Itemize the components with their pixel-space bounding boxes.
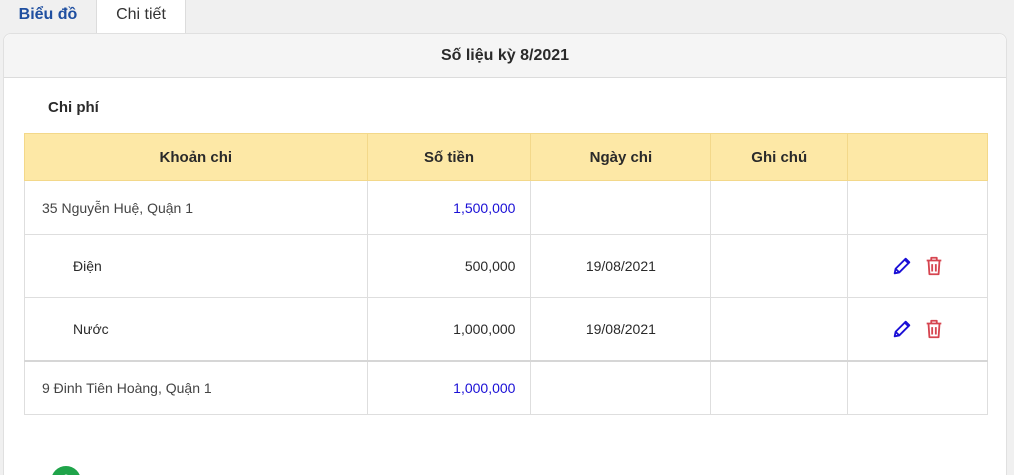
date-cell: 19/08/2021 bbox=[530, 297, 712, 361]
amount-cell: 1,000,000 bbox=[366, 359, 532, 415]
expense-name: Nước bbox=[24, 297, 368, 361]
panel-title: Số liệu kỳ 8/2021 bbox=[4, 34, 1006, 78]
actions-cell bbox=[847, 297, 988, 361]
pencil-icon[interactable] bbox=[891, 255, 913, 277]
table-row: Nước 1,000,000 19/08/2021 bbox=[24, 297, 988, 361]
property-name: 35 Nguyễn Huệ, Quận 1 bbox=[24, 180, 368, 235]
detail-panel: Số liệu kỳ 8/2021 Chi phí Khoản chi Số t… bbox=[3, 33, 1007, 475]
amount-cell: 1,000,000 bbox=[366, 297, 532, 361]
section-title: Chi phí bbox=[48, 99, 99, 116]
column-header-date: Ngày chi bbox=[530, 133, 712, 181]
column-header-note: Ghi chú bbox=[710, 133, 849, 181]
expense-name: Điện bbox=[24, 234, 368, 298]
table-row: 35 Nguyễn Huệ, Quận 1 1,500,000 bbox=[24, 180, 988, 235]
expense-table: Khoản chi Số tiền Ngày chi Ghi chú 35 Ng… bbox=[24, 133, 988, 415]
note-cell bbox=[710, 234, 849, 298]
actions-cell bbox=[847, 180, 988, 235]
table-row: Điện 500,000 19/08/2021 bbox=[24, 234, 988, 298]
property-name: 9 Đinh Tiên Hoàng, Quận 1 bbox=[24, 359, 368, 415]
column-header-actions bbox=[847, 133, 988, 181]
date-cell bbox=[530, 180, 712, 235]
pencil-icon[interactable] bbox=[891, 318, 913, 340]
actions-cell bbox=[847, 234, 988, 298]
table-row: 9 Đinh Tiên Hoàng, Quận 1 1,000,000 bbox=[24, 359, 988, 415]
column-header-item: Khoản chi bbox=[24, 133, 368, 181]
amount-cell: 500,000 bbox=[366, 234, 532, 298]
amount-cell: 1,500,000 bbox=[366, 180, 532, 235]
column-header-amount: Số tiền bbox=[366, 133, 532, 181]
table-header-row: Khoản chi Số tiền Ngày chi Ghi chú bbox=[24, 133, 988, 181]
trash-icon[interactable] bbox=[923, 318, 945, 340]
date-cell: 19/08/2021 bbox=[530, 234, 712, 298]
note-cell bbox=[710, 297, 849, 361]
note-cell bbox=[710, 359, 849, 415]
actions-cell bbox=[847, 359, 988, 415]
tab-bar: Biểu đồ Chi tiết bbox=[0, 0, 1014, 34]
add-expense-button[interactable]: + bbox=[51, 466, 81, 475]
tab-detail[interactable]: Chi tiết bbox=[96, 0, 186, 34]
note-cell bbox=[710, 180, 849, 235]
tab-chart[interactable]: Biểu đồ bbox=[6, 0, 90, 33]
date-cell bbox=[530, 359, 712, 415]
plus-icon: + bbox=[60, 468, 73, 475]
trash-icon[interactable] bbox=[923, 255, 945, 277]
